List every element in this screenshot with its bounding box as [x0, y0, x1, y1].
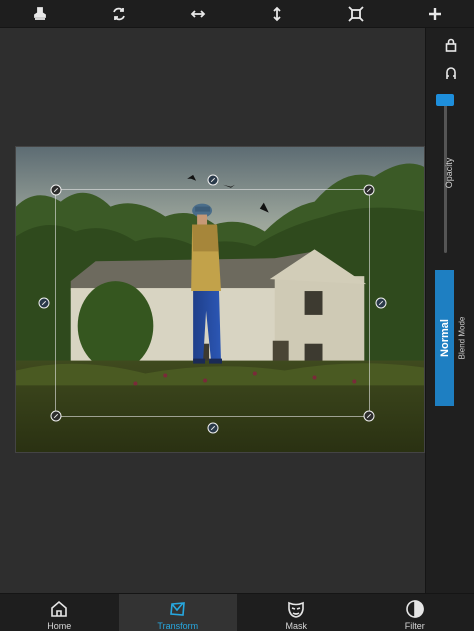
transform-icon — [169, 602, 185, 616]
rotate-button[interactable] — [99, 0, 139, 28]
tab-transform-label: Transform — [157, 621, 199, 631]
lock-button[interactable] — [426, 34, 474, 56]
handle-bottom-left[interactable] — [50, 410, 62, 422]
layer-properties-panel: Opacity Normal Blend Mode — [425, 28, 474, 593]
filter-icon — [405, 600, 424, 618]
handle-bottom-middle[interactable] — [207, 422, 218, 434]
add-icon — [428, 7, 441, 20]
fit-to-frame-icon — [347, 5, 364, 22]
blend-mode-value: Normal — [438, 319, 451, 357]
add-layer-button[interactable] — [415, 0, 455, 28]
tab-mask[interactable]: Mask — [237, 594, 356, 631]
stamp-button[interactable] — [20, 0, 60, 28]
tab-mask-label: Mask — [285, 621, 307, 631]
tab-filter-label: Filter — [404, 621, 425, 631]
flip-vertical-button[interactable] — [257, 0, 297, 28]
handle-rotate[interactable] — [207, 174, 218, 186]
opacity-label: Opacity — [444, 157, 454, 189]
home-icon — [51, 600, 68, 617]
mask-icon — [288, 601, 305, 618]
handle-top-left[interactable] — [50, 184, 62, 196]
tab-home[interactable]: Home — [0, 594, 119, 631]
magnet-button[interactable] — [426, 62, 474, 84]
handle-middle-right[interactable] — [375, 297, 387, 309]
handle-bottom-right[interactable] — [363, 410, 375, 422]
blend-mode-value-container: Normal — [435, 270, 454, 406]
top-toolbar — [0, 0, 474, 28]
flip-horizontal-button[interactable] — [178, 0, 218, 28]
fit-to-frame-button[interactable] — [336, 0, 376, 28]
blend-mode-caption: Blend Mode — [457, 316, 467, 360]
handle-middle-left[interactable] — [38, 297, 50, 309]
handle-top-right[interactable] — [363, 184, 375, 196]
canvas-area[interactable] — [0, 28, 425, 593]
tab-filter[interactable]: Filter — [356, 594, 474, 631]
stamp-icon — [33, 6, 46, 20]
transform-bounding-box[interactable] — [38, 174, 387, 434]
photo-editor-app: Opacity Normal Blend Mode Home Transform… — [0, 0, 474, 631]
bottom-tab-bar: Home Transform Mask Filter — [0, 593, 474, 631]
flip-vertical-icon — [272, 6, 281, 21]
opacity-slider-thumb[interactable] — [436, 94, 454, 106]
flip-horizontal-icon — [190, 9, 205, 18]
tab-home-label: Home — [47, 621, 72, 631]
magnet-icon — [445, 67, 456, 79]
lock-icon — [445, 38, 456, 52]
tab-transform[interactable]: Transform — [118, 594, 237, 631]
blend-mode-caption-container: Blend Mode — [454, 270, 470, 406]
rotate-icon — [112, 7, 125, 20]
